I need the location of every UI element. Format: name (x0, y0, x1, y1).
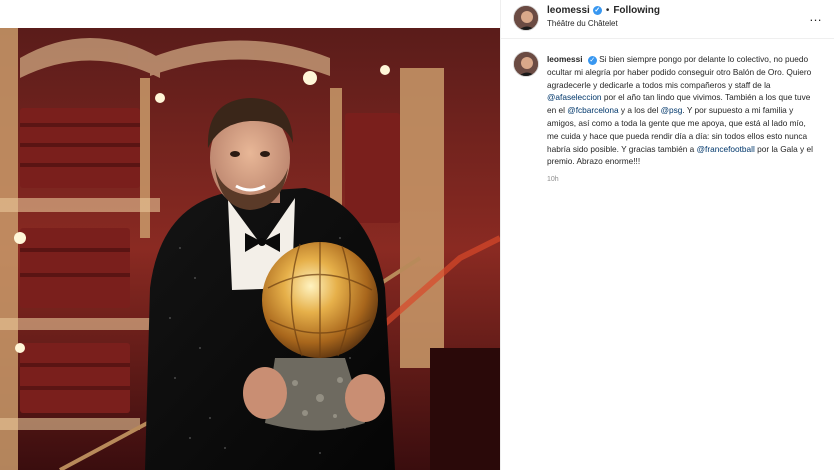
location-link[interactable]: Théâtre du Châtelet (547, 19, 618, 28)
caption-username-link[interactable]: leomessi (547, 54, 583, 64)
mention-link[interactable]: @fcbarcelona (567, 105, 618, 115)
photo-illustration (0, 28, 500, 470)
mention-link[interactable]: @psg (661, 105, 683, 115)
verified-badge-icon: ✓ (592, 6, 602, 15)
avatar-image (514, 52, 538, 76)
username-link[interactable]: leomessi (547, 5, 590, 16)
separator-dot: • (605, 5, 610, 16)
caption-text-segment: Si bien siempre pongo por delante lo col… (547, 54, 812, 90)
caption-section: leomessi ✓ Si bien siempre pongo por del… (501, 39, 834, 183)
verified-badge-icon: ✓ (587, 56, 597, 65)
more-options-icon[interactable]: … (809, 9, 823, 24)
post-side-panel: leomessi ✓ • Following Théâtre du Châtel… (500, 0, 834, 470)
mention-link[interactable]: @francefootball (697, 144, 755, 154)
avatar[interactable] (513, 5, 539, 31)
caption-text: leomessi ✓ Si bien siempre pongo por del… (547, 53, 819, 168)
mention-link[interactable]: @afaseleccion (547, 92, 602, 102)
post-image[interactable] (0, 28, 500, 470)
avatar-image (514, 6, 538, 30)
caption-text-segment: y a los del (618, 105, 661, 116)
post-author-line: leomessi ✓ • Following (547, 5, 660, 16)
following-button[interactable]: Following (613, 5, 660, 16)
post-timestamp: 10h (547, 176, 559, 184)
caption-avatar[interactable] (513, 51, 539, 77)
post-header: leomessi ✓ • Following Théâtre du Châtel… (501, 0, 834, 39)
caption-body: Si bien siempre pongo por delante lo col… (547, 54, 813, 166)
